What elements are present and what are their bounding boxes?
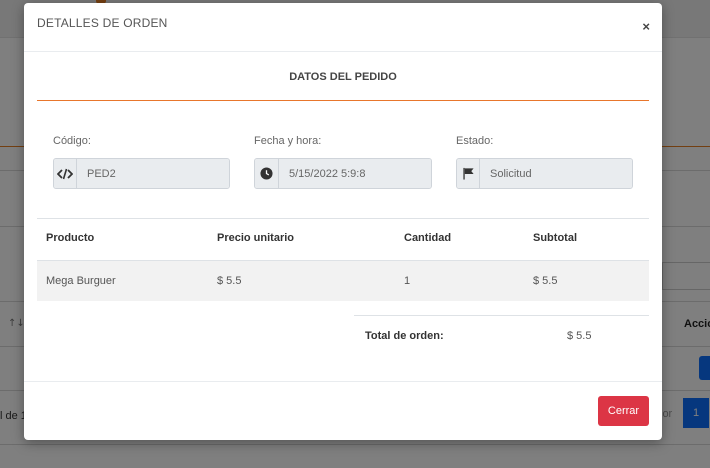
fecha-label: Fecha y hora: [254,135,322,147]
total-divider [354,315,649,316]
cell-precio: $ 5.5 [217,275,242,287]
column-header-precio: Precio unitario [217,232,295,244]
estado-field-group [456,158,633,189]
section-title: DATOS DEL PEDIDO [289,71,397,83]
estado-label: Estado: [456,135,494,147]
cell-subtotal: $ 5.5 [533,275,558,287]
codigo-label: Código: [53,135,91,147]
estado-input[interactable] [480,159,632,188]
table-top-border [37,218,649,219]
order-details-modal: DETALLES DE ORDEN × DATOS DEL PEDIDO Cód… [24,3,662,440]
cell-cantidad: 1 [404,275,411,287]
codigo-field-group [53,158,230,189]
close-button[interactable]: Cerrar [598,396,649,426]
modal-footer-divider [24,381,662,382]
clock-icon [255,159,279,188]
code-icon [54,159,77,188]
fecha-input[interactable] [279,159,431,188]
column-header-producto: Producto [46,232,95,244]
modal-title: DETALLES DE ORDEN [37,16,168,30]
total-value: $ 5.5 [567,330,592,342]
column-header-subtotal: Subtotal [533,232,577,244]
section-divider [37,100,649,101]
codigo-input[interactable] [77,159,229,188]
column-header-cantidad: Cantidad [404,232,452,244]
total-label: Total de orden: [365,330,444,342]
cell-producto: Mega Burguer [46,275,116,287]
fecha-field-group [254,158,432,189]
flag-icon [457,159,480,188]
modal-header: DETALLES DE ORDEN × [24,3,662,52]
close-icon[interactable]: × [642,20,650,33]
